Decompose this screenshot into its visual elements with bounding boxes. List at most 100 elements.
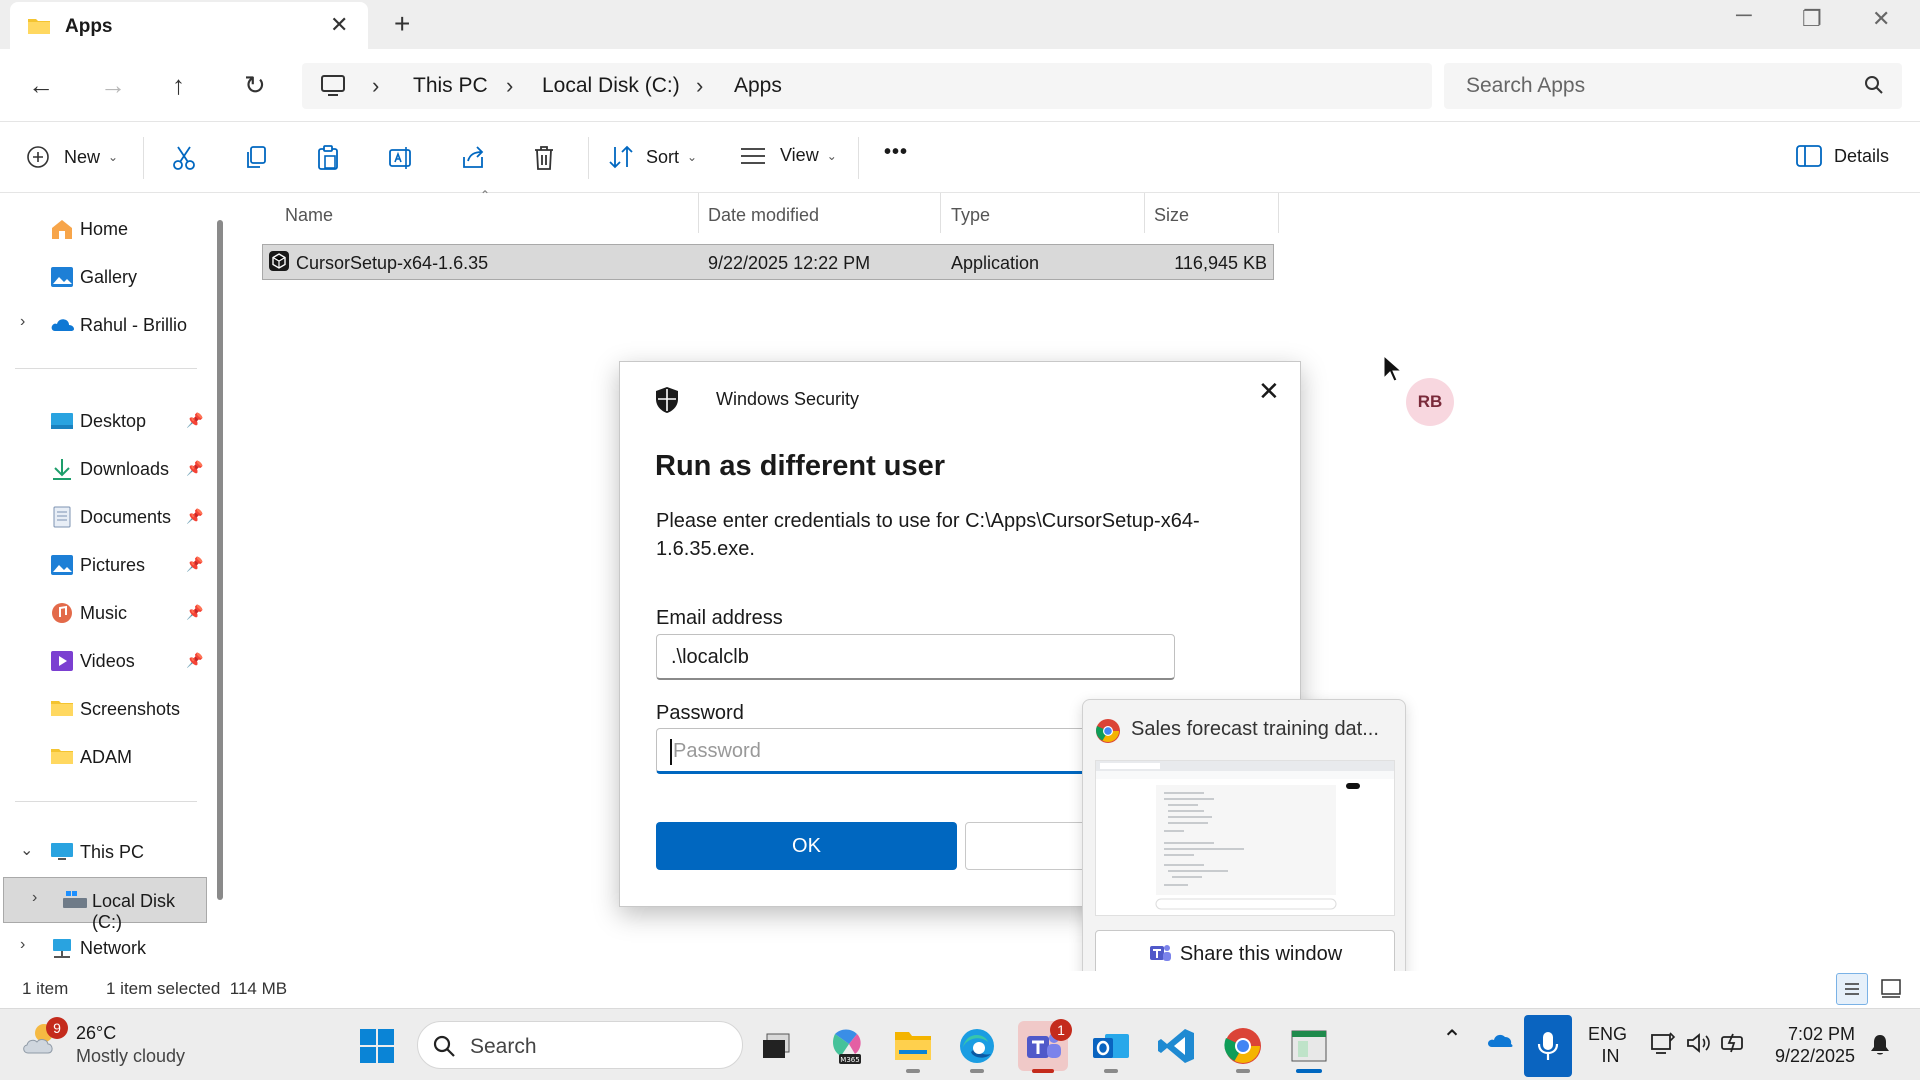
sidebar-item-desktop[interactable]: Desktop 📌 — [0, 400, 208, 442]
divider — [143, 137, 144, 179]
chevron-right-icon[interactable]: › — [32, 889, 37, 907]
restore-icon[interactable]: ❐ — [1802, 6, 1822, 32]
chevron-right-icon[interactable]: › — [696, 73, 703, 99]
column-header-type[interactable]: Type — [951, 205, 990, 226]
close-tab-icon[interactable]: ✕ — [330, 12, 348, 38]
column-header-date[interactable]: Date modified — [708, 205, 819, 226]
sidebar-item-gallery[interactable]: Gallery — [0, 256, 208, 298]
sidebar-item-videos[interactable]: Videos 📌 — [0, 640, 208, 682]
edge-button[interactable] — [952, 1021, 1002, 1071]
pin-icon[interactable]: 📌 — [186, 604, 203, 621]
close-window-icon[interactable]: ✕ — [1872, 6, 1890, 32]
preview-image[interactable] — [1095, 760, 1395, 916]
refresh-icon[interactable]: ↻ — [244, 70, 266, 101]
file-name[interactable]: CursorSetup-x64-1.6.35 — [296, 253, 488, 274]
rename-button[interactable] — [388, 145, 414, 171]
pin-icon[interactable]: 📌 — [186, 508, 203, 525]
share-button[interactable] — [460, 145, 486, 171]
cut-button[interactable] — [172, 145, 196, 171]
sidebar-item-pictures[interactable]: Pictures 📌 — [0, 544, 208, 586]
view-button[interactable]: View ⌄ — [740, 145, 837, 166]
pin-icon[interactable]: 📌 — [186, 556, 203, 573]
sidebar-item-local-disk[interactable]: › Local Disk (C:) — [3, 877, 207, 932]
file-explorer-button[interactable] — [888, 1021, 938, 1071]
column-divider[interactable] — [1278, 193, 1279, 233]
column-header-name[interactable]: Name — [285, 205, 333, 226]
chevron-right-icon[interactable]: › — [20, 313, 25, 331]
chevron-down-icon[interactable]: ⌄ — [20, 840, 33, 860]
sidebar-item-documents[interactable]: Documents 📌 — [0, 496, 208, 538]
folder-icon — [50, 746, 74, 768]
column-divider[interactable] — [1144, 193, 1145, 233]
avatar[interactable]: RB — [1406, 378, 1454, 426]
chevron-up-icon[interactable]: ⌃ — [1442, 1025, 1462, 1054]
taskbar-search[interactable]: Search — [417, 1021, 743, 1069]
pin-icon[interactable]: 📌 — [186, 460, 203, 477]
battery-icon[interactable] — [1720, 1031, 1748, 1060]
table-row[interactable]: CursorSetup-x64-1.6.35 9/22/2025 12:22 P… — [262, 244, 1274, 280]
sort-button[interactable]: Sort ⌄ — [608, 145, 697, 169]
details-view-button[interactable] — [1836, 973, 1868, 1005]
forward-icon[interactable]: → — [100, 70, 126, 101]
search-box[interactable]: Search Apps — [1444, 63, 1902, 109]
new-tab-button[interactable]: + — [394, 8, 410, 40]
copy-button[interactable] — [244, 145, 268, 171]
outlook-button[interactable] — [1086, 1021, 1136, 1071]
chevron-right-icon[interactable]: › — [20, 936, 25, 954]
language-indicator[interactable]: ENG IN — [1588, 1023, 1627, 1067]
sidebar-item-this-pc[interactable]: ⌄ This PC — [0, 831, 208, 873]
sidebar-item-music[interactable]: Music 📌 — [0, 592, 208, 634]
email-field[interactable]: .\localclb — [656, 634, 1175, 680]
weather-widget[interactable]: 9 26°C Mostly cloudy — [22, 1017, 185, 1066]
app-window-button[interactable] — [1284, 1021, 1334, 1071]
chevron-right-icon[interactable]: › — [372, 73, 379, 99]
window-preview-popup[interactable]: Sales forecast training dat... Share thi… — [1082, 699, 1406, 989]
sidebar-item-onedrive[interactable]: › Rahul - Brillio — [0, 304, 208, 346]
up-icon[interactable]: ↑ — [172, 70, 185, 101]
sidebar-item-adam[interactable]: ADAM — [0, 736, 208, 778]
sidebar-item-network[interactable]: › Network — [0, 927, 208, 969]
microphone-button[interactable] — [1524, 1015, 1572, 1077]
sort-label: Sort — [646, 146, 680, 167]
vscode-button[interactable] — [1152, 1021, 1202, 1071]
breadcrumb-local-disk[interactable]: Local Disk (C:) — [542, 74, 680, 98]
pin-icon[interactable]: 📌 — [186, 412, 203, 429]
delete-button[interactable] — [532, 145, 556, 171]
notifications-icon[interactable] — [1868, 1033, 1892, 1062]
start-button[interactable] — [352, 1021, 402, 1071]
minimize-icon[interactable]: ─ — [1736, 2, 1752, 28]
details-button[interactable]: Details — [1796, 145, 1889, 167]
ok-button[interactable]: OK — [656, 822, 957, 870]
documents-icon — [50, 506, 74, 528]
sidebar-item-downloads[interactable]: Downloads 📌 — [0, 448, 208, 490]
pin-icon[interactable]: 📌 — [186, 652, 203, 669]
chrome-button[interactable] — [1218, 1021, 1268, 1071]
tiles-view-button[interactable] — [1880, 977, 1902, 1004]
sidebar-item-home[interactable]: Home — [0, 208, 208, 250]
paste-button[interactable] — [316, 145, 340, 171]
sidebar-scrollbar[interactable] — [217, 220, 223, 900]
share-window-button[interactable]: Share this window — [1095, 930, 1395, 976]
more-options-button[interactable]: ••• — [884, 141, 908, 164]
column-divider[interactable] — [940, 193, 941, 233]
close-icon[interactable]: ✕ — [1258, 376, 1280, 407]
address-bar[interactable]: › This PC › Local Disk (C:) › Apps — [302, 63, 1432, 109]
teams-button[interactable]: 1 — [1018, 1019, 1072, 1071]
volume-icon[interactable] — [1686, 1031, 1712, 1060]
back-icon[interactable]: ← — [28, 70, 54, 101]
network-tray-icon[interactable] — [1650, 1031, 1676, 1060]
tab-apps[interactable]: Apps ✕ — [10, 2, 368, 49]
pc-icon[interactable] — [320, 74, 346, 103]
dialog-app-name: Windows Security — [716, 389, 860, 409]
column-header-size[interactable]: Size — [1154, 205, 1189, 226]
column-divider[interactable] — [698, 193, 699, 233]
m365-copilot-button[interactable]: M365 — [822, 1021, 872, 1071]
new-button[interactable]: New ⌄ — [26, 145, 118, 169]
breadcrumb-apps[interactable]: Apps — [734, 74, 782, 98]
breadcrumb-this-pc[interactable]: This PC — [413, 74, 488, 98]
sidebar-item-screenshots[interactable]: Screenshots — [0, 688, 208, 730]
onedrive-tray-icon[interactable] — [1486, 1031, 1514, 1054]
chevron-right-icon[interactable]: › — [506, 73, 513, 99]
clock[interactable]: 7:02 PM 9/22/2025 — [1770, 1023, 1855, 1067]
task-view-button[interactable] — [752, 1021, 802, 1071]
